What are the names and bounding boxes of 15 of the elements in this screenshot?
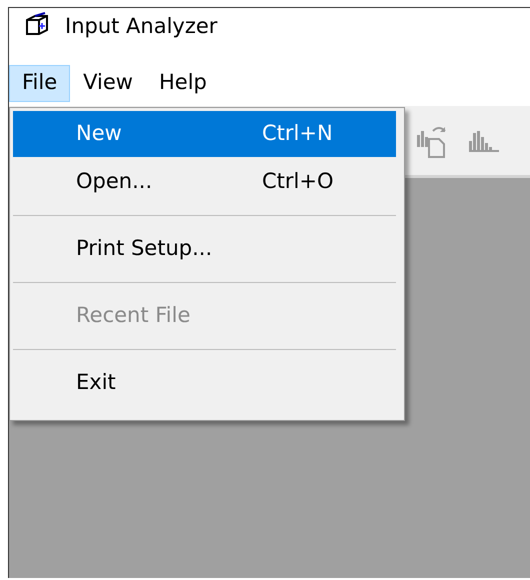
menu-option-label: Print Setup... [76,235,214,262]
shortcut-label: Ctrl+O [262,168,334,196]
menu-item[interactable]: Help [146,64,220,102]
menu-option[interactable]: Open... Ctrl+O [13,159,396,205]
menu-option-label: Open... [76,168,154,196]
shortcut-label: Ctrl+N [262,120,333,148]
menu-option[interactable]: Exit [13,360,396,406]
menu-option[interactable]: New Ctrl+N [13,111,396,157]
menu-item[interactable]: View [70,64,146,102]
menu-item[interactable]: File [9,64,70,102]
menu-option-label: Recent File [76,302,192,330]
menu-option-label: New [76,120,123,148]
menu-option[interactable]: Print Setup... [13,226,396,272]
menu-option-label: Exit [76,369,117,396]
window-title: Input Analyzer [65,13,218,40]
